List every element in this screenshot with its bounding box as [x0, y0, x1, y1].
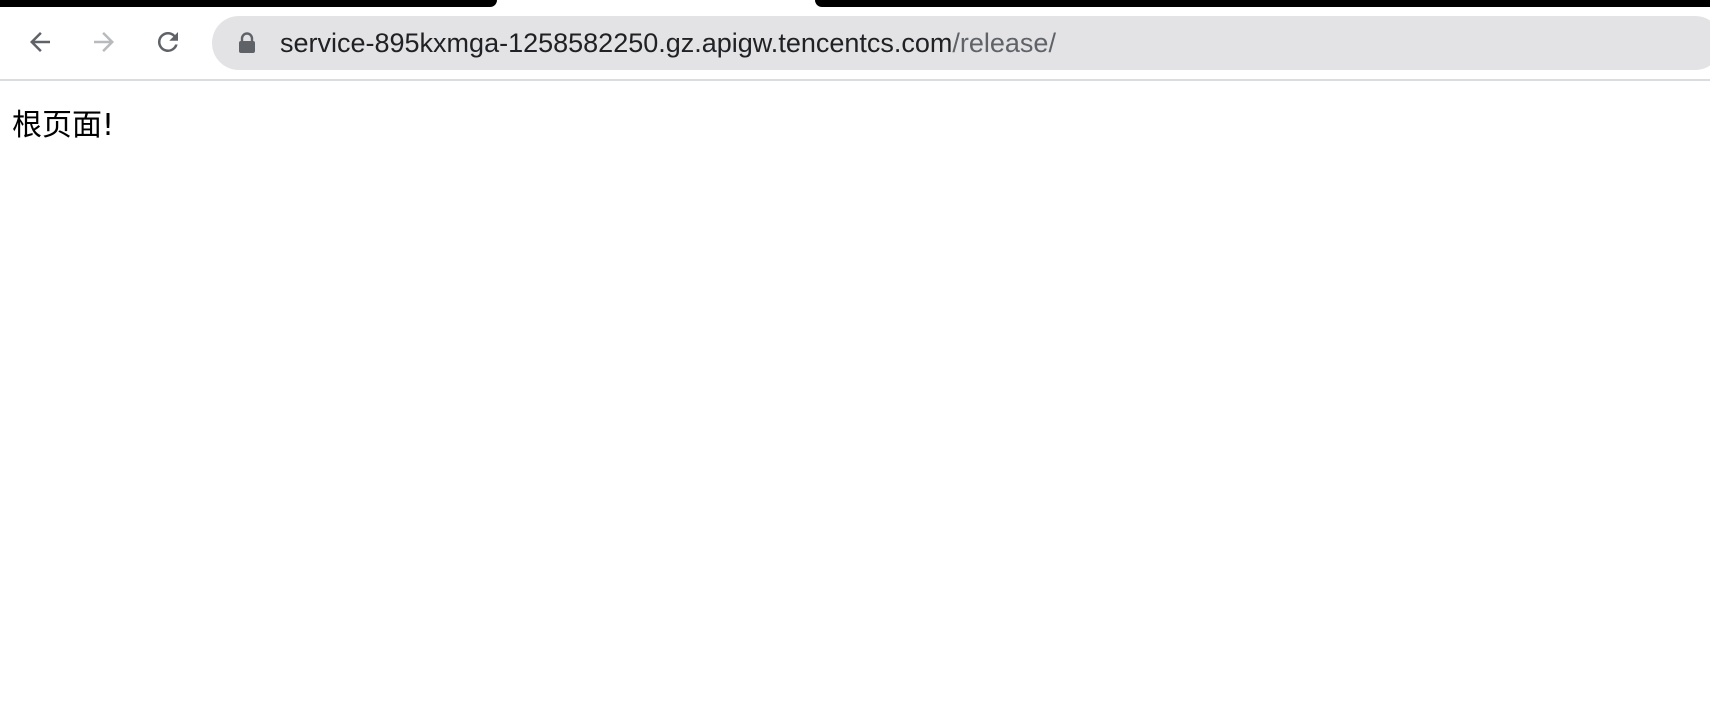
inactive-tab-left[interactable] — [0, 0, 497, 7]
reload-icon — [157, 31, 178, 52]
url-path: /release/ — [952, 28, 1056, 58]
back-button[interactable] — [20, 22, 60, 62]
address-bar[interactable]: service-895kxmga-1258582250.gz.apigw.ten… — [212, 16, 1710, 70]
inactive-tab-right[interactable] — [815, 0, 1710, 7]
back-arrow-icon — [30, 32, 50, 52]
forward-arrow-icon — [94, 32, 114, 52]
url-text[interactable]: service-895kxmga-1258582250.gz.apigw.ten… — [280, 16, 1056, 70]
tab-strip — [0, 0, 1710, 7]
url-host: service-895kxmga-1258582250.gz.apigw.ten… — [280, 28, 953, 58]
forward-button[interactable] — [84, 22, 124, 62]
lock-icon[interactable] — [238, 32, 256, 54]
reload-button[interactable] — [148, 22, 188, 62]
browser-toolbar: service-895kxmga-1258582250.gz.apigw.ten… — [0, 7, 1710, 81]
page-body-text: 根页面! — [12, 108, 115, 143]
